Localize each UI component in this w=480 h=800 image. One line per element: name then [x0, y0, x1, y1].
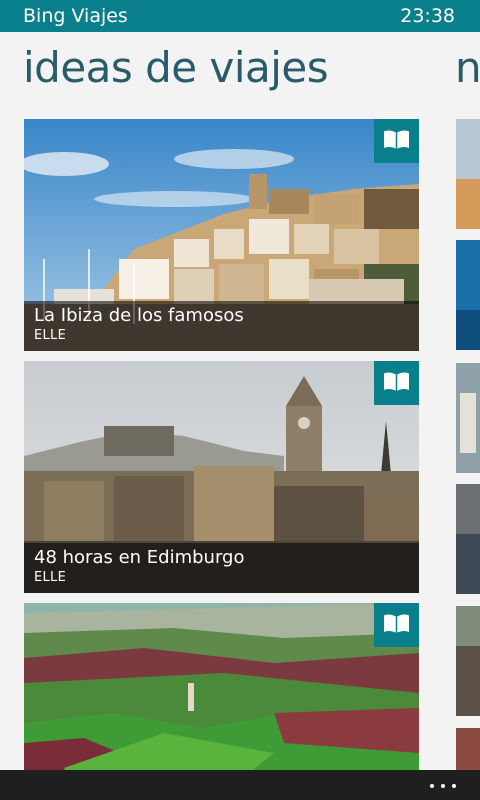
- sea-thumbnail: [456, 240, 480, 350]
- next-section-thumbnail[interactable]: [456, 728, 480, 770]
- next-section-thumbnail[interactable]: [456, 240, 480, 350]
- book-icon: [384, 614, 409, 633]
- card-title: La Ibiza de los famosos: [34, 305, 244, 326]
- more-options-button[interactable]: [430, 774, 460, 796]
- card-caption: 48 horas en Edimburgo ELLE: [24, 543, 419, 593]
- card-title: 48 horas en Edimburgo: [34, 547, 245, 568]
- city-thumbnail: [456, 606, 480, 716]
- next-page-title-peek[interactable]: n: [455, 40, 480, 96]
- beach-thumbnail: [456, 119, 480, 229]
- next-section-thumbnail[interactable]: [456, 484, 480, 594]
- page-title: ideas de viajes: [23, 43, 329, 92]
- card-caption: La Ibiza de los famosos ELLE: [24, 301, 419, 351]
- ellipsis-icon: [452, 784, 456, 788]
- travel-idea-card[interactable]: La Ibiza de los famosos ELLE: [24, 119, 419, 351]
- card-source: ELLE: [34, 328, 67, 343]
- market-thumbnail: [456, 728, 480, 770]
- landscape-photo: [24, 603, 419, 773]
- book-badge: [374, 361, 419, 405]
- ellipsis-icon: [441, 784, 445, 788]
- card-source: ELLE: [34, 570, 67, 585]
- book-badge: [374, 119, 419, 163]
- next-section-thumbnail[interactable]: [456, 363, 480, 473]
- status-bar: Bing Viajes 23:38: [0, 0, 480, 32]
- street-thumbnail: [456, 484, 480, 594]
- next-section-thumbnail[interactable]: [456, 119, 480, 229]
- app-bar: [0, 770, 480, 800]
- screen: Bing Viajes 23:38 ideas de viajes n La I…: [0, 0, 480, 800]
- clock: 23:38: [400, 5, 455, 27]
- book-badge: [374, 603, 419, 647]
- next-section-thumbnail[interactable]: [456, 606, 480, 716]
- travel-idea-card[interactable]: 48 horas en Edimburgo ELLE: [24, 361, 419, 593]
- book-icon: [384, 130, 409, 149]
- travel-idea-card[interactable]: [24, 603, 419, 773]
- people-thumbnail: [456, 363, 480, 473]
- app-title: Bing Viajes: [23, 5, 128, 27]
- ellipsis-icon: [430, 784, 434, 788]
- book-icon: [384, 372, 409, 391]
